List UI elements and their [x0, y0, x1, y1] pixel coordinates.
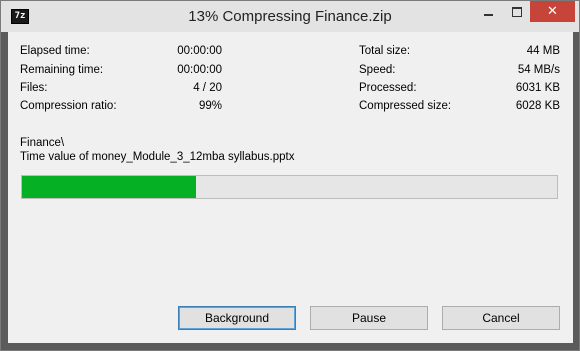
dialog-body: Elapsed time: 00:00:00 Remaining time: 0…: [8, 32, 573, 343]
compression-ratio-value: 99%: [198, 100, 222, 112]
total-size-label: Total size:: [359, 45, 411, 57]
compress-progress-window: 7z 13% Compressing Finance.zip ✕ Elapsed…: [0, 0, 580, 351]
processed-value: 6031 KB: [515, 82, 560, 94]
cancel-button[interactable]: Cancel: [442, 306, 560, 330]
maximize-button[interactable]: [503, 1, 530, 22]
remaining-time-label: Remaining time:: [20, 64, 104, 76]
compression-ratio-label: Compression ratio:: [20, 100, 117, 112]
minimize-icon: [483, 13, 493, 16]
remaining-time-value: 00:00:00: [177, 64, 222, 76]
minimize-button[interactable]: [473, 1, 503, 22]
compressed-size-value: 6028 KB: [515, 100, 560, 112]
title-bar[interactable]: 7z 13% Compressing Finance.zip ✕: [1, 1, 579, 32]
close-button[interactable]: ✕: [530, 1, 575, 22]
close-icon: ✕: [547, 4, 558, 19]
maximize-icon: [511, 6, 522, 17]
background-button[interactable]: Background: [178, 306, 296, 330]
files-value: 4 / 20: [193, 82, 222, 94]
speed-label: Speed:: [359, 64, 396, 76]
files-label: Files:: [20, 82, 48, 94]
elapsed-time-value: 00:00:00: [177, 45, 222, 57]
current-folder: Finance\: [20, 137, 65, 149]
current-file: Time value of money_Module_3_12mba sylla…: [20, 151, 295, 163]
elapsed-time-label: Elapsed time:: [20, 45, 90, 57]
progress-bar: [21, 175, 558, 199]
pause-button[interactable]: Pause: [310, 306, 428, 330]
processed-label: Processed:: [359, 82, 417, 94]
total-size-value: 44 MB: [526, 45, 560, 57]
compressed-size-label: Compressed size:: [359, 100, 452, 112]
speed-value: 54 MB/s: [517, 64, 560, 76]
progress-bar-fill: [22, 176, 196, 198]
